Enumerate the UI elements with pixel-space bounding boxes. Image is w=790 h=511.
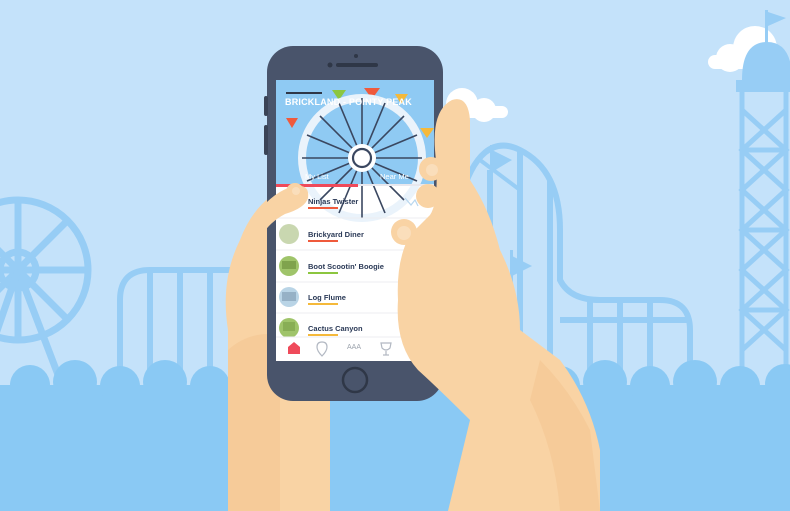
list-item[interactable]: Cactus Canyon	[308, 324, 363, 333]
tab-near-me[interactable]: Near Me	[380, 172, 409, 181]
tab-my-list[interactable]: My List	[305, 172, 329, 181]
list-item[interactable]: Ninjas Twister	[308, 197, 358, 206]
nav-aaa-label[interactable]: AAA	[347, 344, 361, 351]
list-item[interactable]: Log Flume	[308, 293, 346, 302]
list-item[interactable]: Brickyard Diner	[308, 230, 364, 239]
list-item[interactable]: Boot Scootin' Boogie	[308, 262, 384, 271]
illustration-scene	[0, 0, 790, 511]
app-title: BRICKLAND - POINTY PEAK	[285, 97, 412, 107]
